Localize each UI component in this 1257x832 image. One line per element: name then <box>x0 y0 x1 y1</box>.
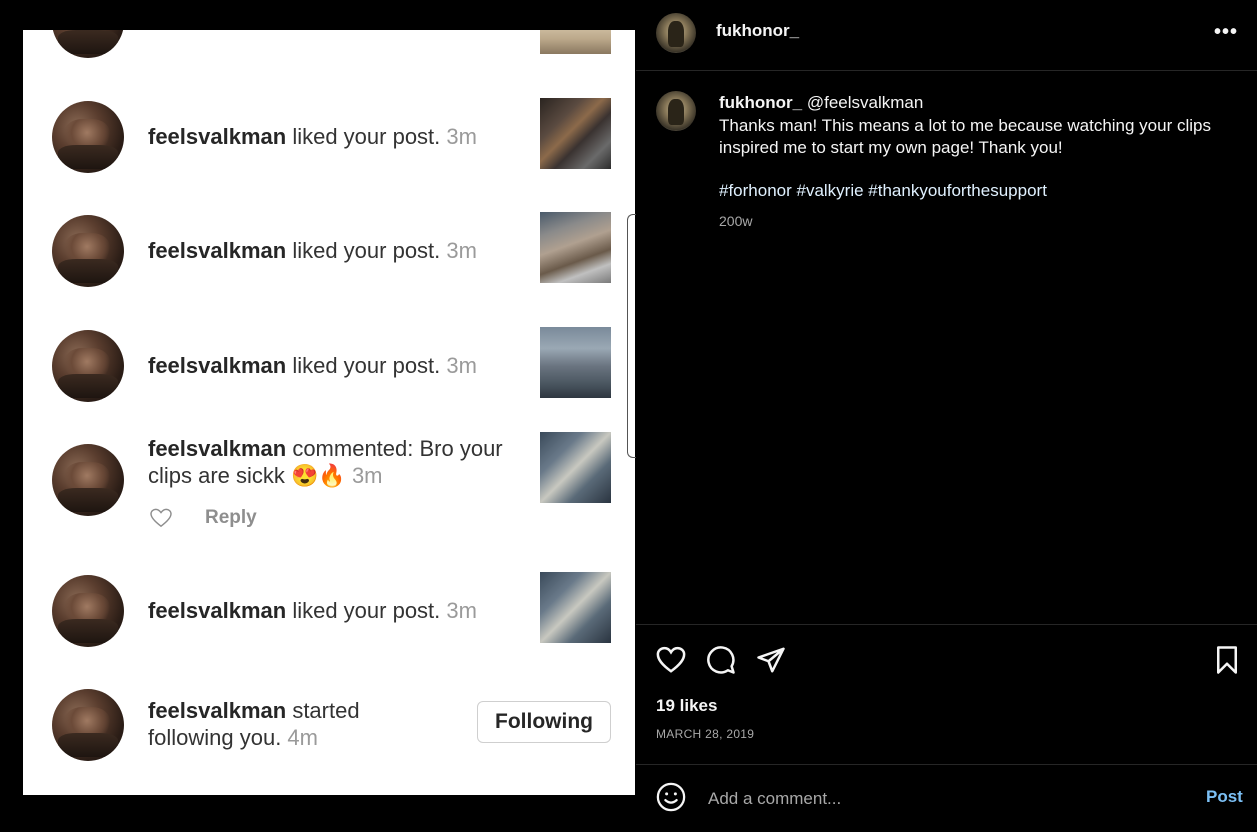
notification-user: feelsvalkman <box>148 124 287 149</box>
post-thumbnail <box>540 572 611 643</box>
notification-user: feelsvalkman <box>148 598 287 623</box>
notification-action: liked your post. <box>286 598 447 623</box>
share-icon[interactable] <box>756 645 786 675</box>
comment-mention[interactable]: @feelsvalkman <box>807 93 923 112</box>
add-comment-bar: Post <box>636 764 1257 832</box>
more-options-icon[interactable]: ••• <box>1214 21 1238 44</box>
heart-icon <box>150 508 172 528</box>
comment-age: 200w <box>719 213 753 229</box>
emoji-icon[interactable] <box>656 782 686 812</box>
post-thumbnail <box>540 98 611 169</box>
post-thumbnail <box>540 212 611 283</box>
notification-action: liked your post. <box>286 238 447 263</box>
comment-hashtags[interactable]: #forhonor #valkyrie #thankyouforthesuppo… <box>719 181 1047 201</box>
notification-screenshot: feelsvalkman liked your post. 3m feelsva… <box>23 30 635 795</box>
post-button[interactable]: Post <box>1206 787 1243 807</box>
post-detail-panel: fukhonor_ ••• fukhonor_ @feelsvalkman Th… <box>636 0 1257 831</box>
post-media[interactable]: feelsvalkman liked your post. 3m feelsva… <box>0 0 636 831</box>
post-actions: 19 likes MARCH 28, 2019 <box>636 624 1257 765</box>
comment-username[interactable]: fukhonor_ <box>719 93 802 112</box>
post-header: fukhonor_ ••• <box>636 0 1257 71</box>
notification-time: 3m <box>446 124 477 149</box>
notification-time: 3m <box>446 238 477 263</box>
post-thumbnail <box>540 432 611 503</box>
bookmark-icon[interactable] <box>1212 645 1242 675</box>
avatar <box>52 101 124 173</box>
notification-time: 3m <box>351 463 383 488</box>
avatar <box>52 30 124 58</box>
following-button: Following <box>477 701 611 743</box>
notification-user: feelsvalkman <box>148 353 287 378</box>
likes-count[interactable]: 19 likes <box>656 696 717 716</box>
author-username[interactable]: fukhonor_ <box>716 21 799 41</box>
avatar <box>52 689 124 761</box>
author-avatar[interactable] <box>656 13 696 53</box>
heart-icon[interactable] <box>656 645 686 675</box>
notification-time: 3m <box>446 598 477 623</box>
notification-time: 3m <box>446 353 477 378</box>
comment-avatar[interactable] <box>656 91 696 131</box>
avatar <box>52 215 124 287</box>
notification-action: liked your post. <box>286 124 447 149</box>
comment-icon[interactable] <box>706 645 736 675</box>
notification-user: feelsvalkman <box>148 238 287 263</box>
post-thumbnail <box>540 327 611 398</box>
comment-text: Thanks man! This means a lot to me becau… <box>719 115 1211 158</box>
media-edge <box>627 214 636 458</box>
avatar <box>52 575 124 647</box>
avatar <box>52 444 124 516</box>
comment-input[interactable] <box>706 785 1170 813</box>
notification-action: liked your post. <box>286 353 447 378</box>
post-date: MARCH 28, 2019 <box>656 727 755 741</box>
avatar <box>52 330 124 402</box>
notification-user: feelsvalkman <box>148 436 287 461</box>
notification-time: 4m <box>287 725 318 750</box>
notification-user: feelsvalkman <box>148 698 287 723</box>
reply-label: Reply <box>205 507 257 528</box>
post-thumbnail <box>540 30 611 54</box>
comment-body: fukhonor_ @feelsvalkman Thanks man! This… <box>719 92 1239 160</box>
